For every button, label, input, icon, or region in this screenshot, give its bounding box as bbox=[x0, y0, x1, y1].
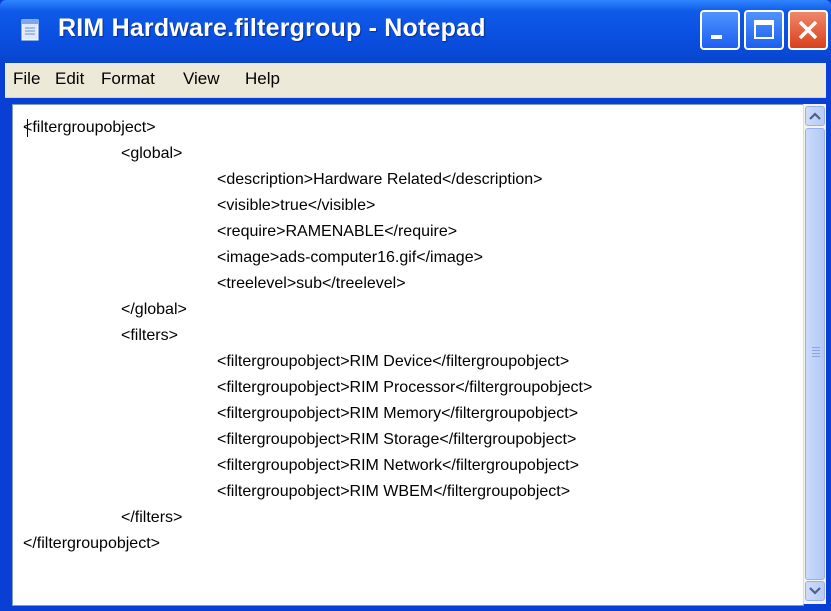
title-bar[interactable]: RIM Hardware.filtergroup - Notepad bbox=[0, 0, 831, 63]
window-frame-right bbox=[826, 63, 831, 611]
code-line: <require>RAMENABLE</require> bbox=[217, 223, 458, 240]
code-line: <filtergroupobject>RIM Memory</filtergro… bbox=[217, 405, 579, 422]
thumb-grip-line bbox=[812, 356, 820, 357]
code-line: <filtergroupobject>RIM Storage</filtergr… bbox=[217, 431, 577, 448]
scroll-up-arrow-icon bbox=[809, 112, 821, 120]
menu-format[interactable]: Format bbox=[101, 69, 155, 89]
code-line: <image>ads-computer16.gif</image> bbox=[217, 249, 483, 266]
thumb-grip-line bbox=[812, 350, 820, 351]
window-frame-bottom bbox=[0, 606, 831, 611]
code-line: <filtergroupobject> bbox=[23, 119, 156, 136]
code-line: <filtergroupobject>RIM WBEM</filtergroup… bbox=[217, 483, 571, 500]
scroll-up-button[interactable] bbox=[805, 106, 825, 126]
window-frame-left bbox=[0, 63, 5, 611]
menu-help[interactable]: Help bbox=[245, 69, 280, 89]
code-line: </filters> bbox=[121, 509, 183, 526]
scroll-down-arrow-icon bbox=[809, 587, 821, 595]
maximize-icon bbox=[754, 20, 774, 39]
thumb-grip-line bbox=[812, 353, 820, 354]
minimize-icon bbox=[711, 35, 722, 39]
scroll-down-button[interactable] bbox=[805, 581, 825, 601]
close-button[interactable] bbox=[788, 10, 828, 50]
minimize-button[interactable] bbox=[700, 10, 740, 50]
notepad-window: RIM Hardware.filtergroup - Notepad File … bbox=[0, 0, 831, 611]
menu-view[interactable]: View bbox=[183, 69, 220, 89]
notepad-icon[interactable] bbox=[18, 17, 44, 43]
code-line: </global> bbox=[121, 301, 187, 318]
code-line: <visible>true</visible> bbox=[217, 197, 376, 214]
code-line: <global> bbox=[121, 145, 183, 162]
menu-file[interactable]: File bbox=[13, 69, 40, 89]
code-line: <filtergroupobject>RIM Device</filtergro… bbox=[217, 353, 570, 370]
code-line: </filtergroupobject> bbox=[23, 535, 160, 552]
code-line: <description>Hardware Related</descripti… bbox=[217, 171, 543, 188]
window-title: RIM Hardware.filtergroup - Notepad bbox=[58, 14, 486, 42]
code-line: <treelevel>sub</treelevel> bbox=[217, 275, 406, 292]
code-line: <filtergroupobject>RIM Network</filtergr… bbox=[217, 457, 579, 474]
vertical-scrollbar[interactable] bbox=[803, 104, 826, 604]
close-icon bbox=[798, 20, 818, 40]
maximize-button[interactable] bbox=[744, 10, 784, 50]
scrollbar-thumb[interactable] bbox=[805, 128, 825, 580]
text-editor-area[interactable]: <filtergroupobject> <global> <descriptio… bbox=[12, 104, 804, 606]
code-line: <filtergroupobject>RIM Processor</filter… bbox=[217, 379, 593, 396]
menu-bar: File Edit Format View Help bbox=[5, 63, 826, 98]
menu-edit[interactable]: Edit bbox=[55, 69, 84, 89]
thumb-grip-line bbox=[812, 347, 820, 348]
code-line: <filters> bbox=[121, 327, 178, 344]
